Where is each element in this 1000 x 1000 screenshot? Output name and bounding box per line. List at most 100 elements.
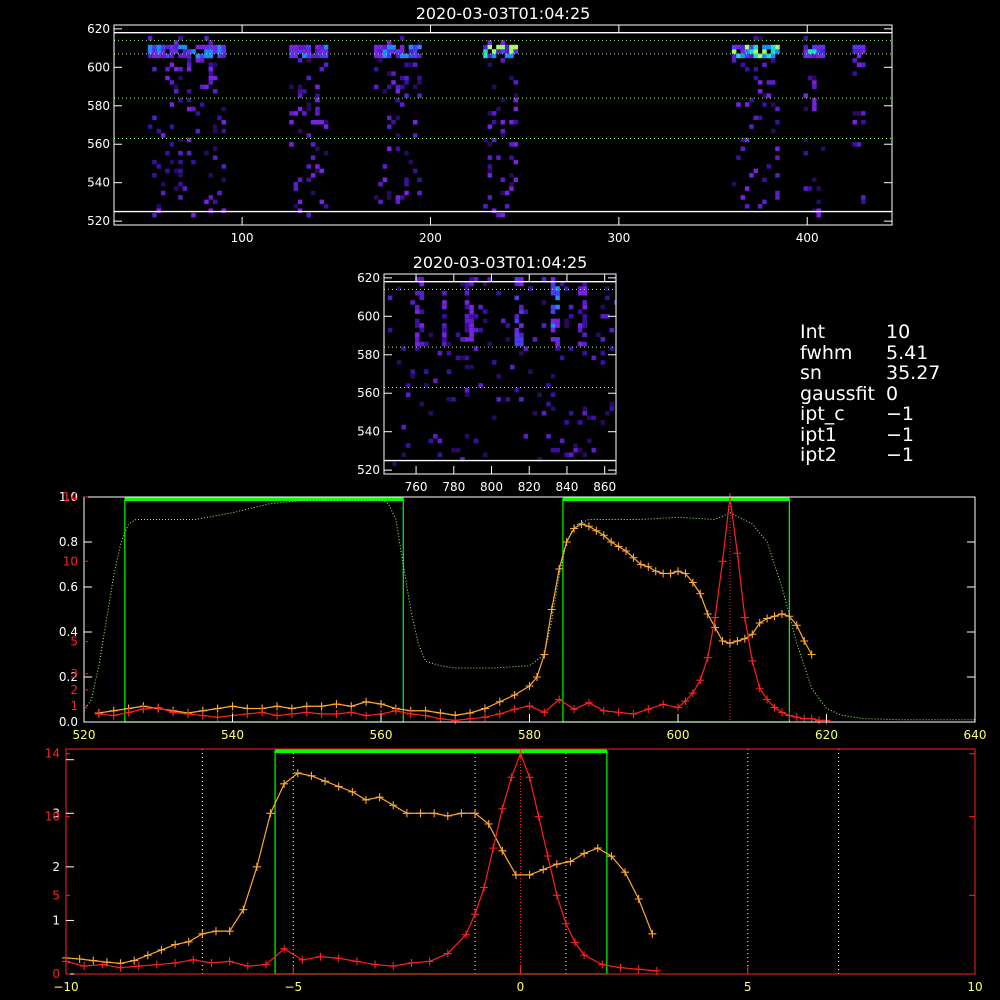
heatmap-pixel <box>577 286 583 291</box>
info-key: ipt1 <box>800 423 837 446</box>
heatmap-pixel <box>310 190 316 196</box>
heatmap-pixel <box>513 159 519 165</box>
velocity-series-orange-marker <box>198 929 207 938</box>
heatmap-pixel <box>464 286 470 291</box>
heatmap-pixel <box>297 128 303 134</box>
heatmap-pixel <box>487 173 493 178</box>
heatmap-pixel <box>483 53 488 59</box>
spectrum-red-ytick-label: 1 <box>70 699 78 713</box>
heatmap-pixel <box>500 212 506 218</box>
heatmap-pixel <box>550 406 556 411</box>
velocity-series-red-marker <box>407 958 416 967</box>
heatmap-pixel <box>500 190 506 196</box>
spectrum-series-red-marker <box>94 709 103 718</box>
heatmap-pixel <box>555 295 560 301</box>
heatmap-pixel <box>582 290 588 296</box>
heatmap-pixel <box>306 164 312 169</box>
heatmap-pixel <box>391 44 396 50</box>
velocity-series-red-marker <box>352 957 361 966</box>
panel2-ytick-label: 520 <box>357 463 380 477</box>
heatmap-pixel <box>386 124 392 129</box>
heatmap-pixel <box>419 281 425 287</box>
heatmap-pixel <box>528 286 533 291</box>
heatmap-pixel <box>856 142 862 147</box>
heatmap-pixel <box>500 133 506 138</box>
heatmap-pixel <box>582 286 588 291</box>
heatmap-pixel <box>509 120 514 125</box>
heatmap-pixel <box>386 146 392 152</box>
heatmap-pixel <box>473 438 479 444</box>
heatmap-pixel <box>195 53 201 59</box>
heatmap-pixel <box>519 332 524 338</box>
spectrum-series-orange-marker <box>495 697 504 706</box>
heatmap-pixel <box>221 128 227 134</box>
velocity-series-red-marker <box>171 958 180 967</box>
heatmap-pixel <box>147 44 153 50</box>
heatmap-pixel <box>399 44 405 50</box>
heatmap-pixel <box>537 392 542 398</box>
heatmap-pixel <box>852 71 857 76</box>
heatmap-pixel <box>464 318 470 324</box>
heatmap-pixel <box>152 49 157 54</box>
heatmap-pixel <box>762 102 767 107</box>
info-value: 0 <box>886 382 899 405</box>
heatmap-pixel <box>812 80 817 85</box>
info-key: Int <box>800 321 826 343</box>
heatmap-pixel <box>803 49 808 54</box>
info-key: ipt2 <box>800 444 837 466</box>
heatmap-pixel <box>744 137 750 143</box>
heatmap-pixel <box>775 49 780 54</box>
heatmap-pixel <box>323 120 329 125</box>
heatmap-pixel <box>568 452 574 458</box>
velocity-series-red-marker <box>580 951 589 960</box>
panel2-xtick-label: 840 <box>556 480 579 494</box>
heatmap-pixel <box>417 80 422 85</box>
heatmap-pixel <box>487 168 493 174</box>
heatmap-pixel <box>460 355 465 361</box>
heatmap-pixel <box>289 120 294 125</box>
info-value: −1 <box>886 444 915 466</box>
heatmap-pixel <box>186 150 192 156</box>
spectrum-series-orange-marker <box>763 614 772 623</box>
heatmap-pixel <box>555 318 560 324</box>
heatmap-pixel <box>182 186 188 191</box>
heatmap-pixel <box>419 277 425 282</box>
heatmap-pixel <box>766 164 772 169</box>
spectrum-series-red-marker <box>599 706 608 715</box>
velocity-series-orange-marker <box>375 793 384 802</box>
spectrum-window-box <box>124 498 404 723</box>
heatmap-pixel <box>514 332 520 338</box>
heatmap-pixel <box>169 159 175 165</box>
spectrum-series-red-marker <box>495 709 504 718</box>
heatmap-pixel <box>803 93 808 98</box>
heatmap-pixel <box>473 277 479 282</box>
spectrum-series-red-marker <box>659 700 668 709</box>
heatmap-pixel <box>775 106 780 112</box>
heatmap-pixel <box>749 53 754 59</box>
heatmap-pixel <box>221 177 227 182</box>
heatmap-pixel <box>577 341 583 347</box>
info-value: 35.27 <box>886 362 941 384</box>
heatmap-pixel <box>469 304 474 310</box>
heatmap-pixel <box>555 346 560 351</box>
velocity-series-orange-marker <box>252 862 261 871</box>
panel2-ytick-label: 540 <box>357 425 380 439</box>
heatmap-pixel <box>740 146 746 152</box>
heatmap-pixel <box>186 106 192 112</box>
panel1-ytick-label: 540 <box>87 176 110 190</box>
heatmap-pixel <box>199 44 205 50</box>
heatmap-pixel <box>464 337 470 342</box>
heatmap-pixel <box>404 150 409 156</box>
heatmap-pixel <box>523 434 529 439</box>
heatmap-pixel <box>861 62 866 67</box>
heatmap-pixel <box>469 281 474 287</box>
heatmap-pixel <box>582 281 588 287</box>
heatmap-pixel <box>208 195 214 200</box>
heatmap-pixel <box>412 84 418 90</box>
velocity-series-red-marker <box>80 962 89 971</box>
heatmap-pixel <box>564 318 569 324</box>
heatmap-pixel <box>208 49 214 54</box>
heatmap-pixel <box>297 89 303 94</box>
heatmap-pixel <box>500 318 506 324</box>
heatmap-pixel <box>591 447 597 453</box>
